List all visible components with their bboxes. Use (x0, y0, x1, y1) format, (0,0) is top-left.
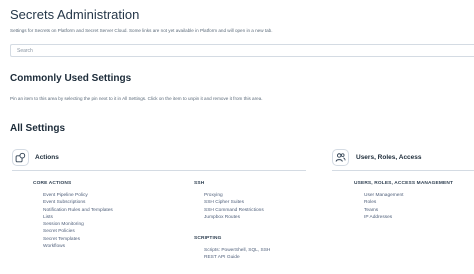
link-jumpbox-routes[interactable]: Jumpbox Routes (204, 214, 264, 221)
group-header-ssh: SSH (194, 181, 205, 186)
category-title-users-roles-access: Users, Roles, Access (356, 154, 422, 161)
link-teams[interactable]: Teams (364, 207, 403, 214)
ssh-list: Proxying SSH Cipher Suites SSH Command R… (204, 192, 264, 221)
page-subtitle: Settings for Secrets on Platform and Sec… (10, 28, 273, 33)
link-user-management[interactable]: User Management (364, 192, 403, 199)
category-divider (12, 170, 306, 171)
link-event-subscriptions[interactable]: Event Subscriptions (43, 199, 113, 206)
link-session-monitoring[interactable]: Session Monitoring (43, 221, 113, 228)
category-divider (332, 170, 474, 171)
link-scripts[interactable]: Scripts: PowerShell, SQL, SSH (204, 247, 270, 254)
group-header-scripting: SCRIPTING (194, 236, 222, 241)
link-proxying[interactable]: Proxying (204, 192, 264, 199)
actions-icon (12, 149, 29, 166)
commonly-used-hint: Pin an item to this area by selecting th… (10, 96, 263, 101)
user-management-list: User Management Roles Teams IP Addresses (364, 192, 403, 221)
group-header-core-actions: CORE ACTIONS (33, 181, 72, 186)
link-notification-rules-templates[interactable]: Notification Rules and Templates (43, 207, 113, 214)
link-roles[interactable]: Roles (364, 199, 403, 206)
link-workflows[interactable]: Workflows (43, 243, 113, 250)
link-secret-policies[interactable]: Secret Policies (43, 228, 113, 235)
link-lists[interactable]: Lists (43, 214, 113, 221)
link-rest-api-guide[interactable]: REST API Guide (204, 254, 270, 261)
link-ssh-cipher-suites[interactable]: SSH Cipher Suites (204, 199, 264, 206)
scripting-list: Scripts: PowerShell, SQL, SSH REST API G… (204, 247, 270, 262)
page-title: Secrets Administration (10, 7, 140, 22)
search-input[interactable] (10, 44, 474, 57)
category-title-actions: Actions (35, 154, 59, 161)
link-event-pipeline-policy[interactable]: Event Pipeline Policy (43, 192, 113, 199)
group-header-user-management: USERS, ROLES, ACCESS MANAGEMENT (354, 181, 454, 186)
link-ssh-command-restrictions[interactable]: SSH Command Restrictions (204, 207, 264, 214)
core-actions-list: Event Pipeline Policy Event Subscription… (43, 192, 113, 250)
link-secret-templates[interactable]: Secret Templates (43, 236, 113, 243)
commonly-used-heading: Commonly Used Settings (10, 73, 132, 84)
users-icon (332, 149, 349, 166)
all-settings-heading: All Settings (10, 123, 66, 134)
link-ip-addresses[interactable]: IP Addresses (364, 214, 403, 221)
